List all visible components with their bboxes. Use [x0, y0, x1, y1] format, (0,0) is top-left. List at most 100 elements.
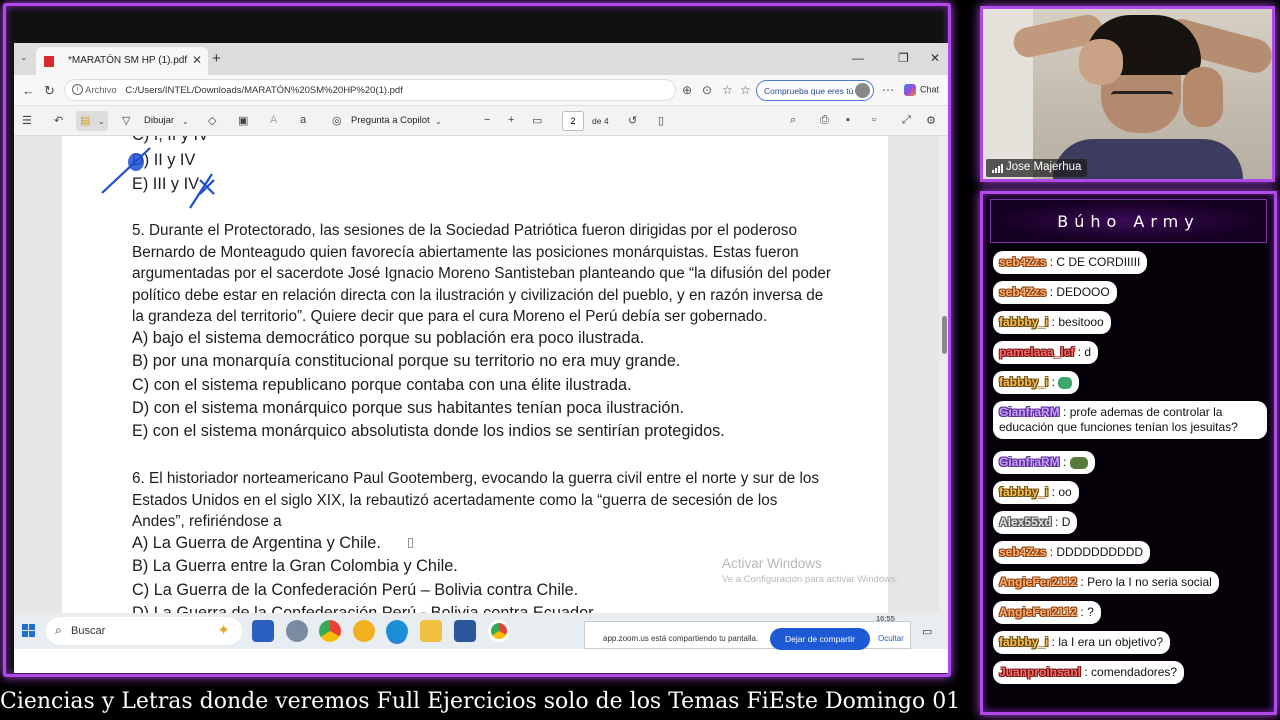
pdf-scrollbar[interactable] [939, 136, 948, 613]
chat-message: fabbby_i : besitooo [993, 311, 1111, 334]
text-icon[interactable]: A [270, 114, 277, 126]
chat-text: educación que funciones tenían los jesui… [999, 420, 1238, 434]
stream-overlay: ⌄ *MARATÓN SM HP (1).pdf ✕ + — ❐ ✕ ← ↻ i… [0, 0, 1280, 720]
q6-option-b: B) La Guerra entre la Gran Colombia y Ch… [132, 557, 458, 576]
undo-icon[interactable]: ↶ [54, 114, 63, 127]
highlighter-icon[interactable]: ▤ [80, 114, 90, 127]
screen-share-notification: app.zoom.us está compartiendo tu pantall… [584, 621, 911, 650]
copilot-icon [904, 84, 916, 96]
back-icon[interactable]: ← [22, 83, 35, 98]
address-bar[interactable]: i Archivo C:/Users/INTEL/Downloads/MARAT… [64, 79, 676, 101]
find-icon[interactable]: ⌕ [790, 114, 796, 127]
app-icon-copilot[interactable] [353, 620, 375, 642]
zoom-in-icon[interactable]: + [508, 114, 514, 126]
emote-icon [1069, 456, 1088, 469]
stop-sharing-button[interactable]: Dejar de compartir [770, 628, 870, 650]
q6-line: 6. El historiador norteamericano Paul Go… [132, 470, 820, 487]
contents-icon[interactable]: ☰ [22, 114, 32, 127]
favorites-icon[interactable]: ☆ [740, 83, 751, 97]
chat-text: C DE CORDIIIII [1056, 255, 1141, 269]
chat-text: Pero la I no seria social [1087, 575, 1212, 589]
hide-button[interactable]: Ocultar [878, 634, 904, 643]
q6-option-d: D) La Guerra de la Confederación Perú - … [132, 603, 598, 613]
edge-icon[interactable] [386, 620, 408, 642]
q5-line: 5. Durante el Protectorado, las sesiones… [132, 222, 797, 239]
page-number-input[interactable]: 2 [562, 111, 584, 131]
q5-option-c: C) con el sistema republicano porque con… [132, 375, 632, 394]
copilot-chevron-icon[interactable]: ⌄ [435, 117, 442, 126]
minimize-icon[interactable]: — [852, 51, 864, 65]
close-tab-icon[interactable]: ✕ [192, 53, 202, 67]
highlight-chevron-icon[interactable]: ⌄ [98, 117, 105, 126]
maximize-icon[interactable]: ❐ [898, 51, 909, 65]
windows-start-icon[interactable] [22, 624, 35, 637]
read-aloud-icon[interactable]: a [300, 114, 306, 126]
address-row: ← ↻ i Archivo C:/Users/INTEL/Downloads/M… [14, 75, 948, 106]
chat-message: Alex55xd : D [993, 511, 1078, 534]
chat-text: D [1061, 515, 1071, 529]
rotate-icon[interactable]: ↺ [628, 114, 637, 127]
reload-icon[interactable]: ↻ [44, 83, 55, 99]
notifications-icon[interactable]: ▭ [922, 625, 932, 638]
save-icon[interactable]: ▪ [846, 114, 850, 126]
q5-option-e: E) con el sistema monárquico absolutista… [132, 422, 725, 441]
participant-name-tag: Jose Majerhua [986, 159, 1088, 177]
text-box-icon[interactable]: ▣ [238, 114, 248, 127]
page-view-icon[interactable]: ▯ [658, 114, 664, 127]
save-as-icon[interactable]: ▫ [872, 114, 876, 126]
pdf-page: C) I, II y IV D) II y IV E) III y IV 5. … [62, 136, 888, 613]
chat-message: AngieFer2112 : Pero la I no seria social [993, 571, 1219, 594]
chat-text: d [1084, 345, 1092, 359]
file-explorer-icon[interactable] [420, 620, 442, 642]
new-tab-button[interactable]: + [212, 50, 221, 67]
more-options-icon[interactable]: ⋯ [882, 83, 894, 97]
fit-page-icon[interactable]: ▭ [532, 114, 542, 127]
draw-label[interactable]: Dibujar [144, 115, 174, 126]
settings-gear-icon[interactable]: ⚙ [926, 114, 936, 127]
tab-list-chevron-icon[interactable]: ⌄ [20, 52, 28, 63]
q5-line: político debe estar en relación directa … [132, 286, 824, 304]
draw-chevron-icon[interactable]: ⌄ [182, 117, 189, 126]
app-icon-task[interactable] [252, 620, 274, 642]
q6-option-c: C) La Guerra de la Confederación Perú – … [132, 580, 579, 599]
word-icon[interactable] [454, 620, 476, 642]
chat-message: seb4Zzs : C DE CORDIIIII [993, 251, 1148, 274]
chrome-profile-icon[interactable] [488, 620, 510, 642]
ask-copilot-label[interactable]: Pregunta a Copilot [351, 115, 430, 126]
copilot-chat-button[interactable]: Chat [904, 84, 939, 96]
zoom-icon[interactable]: ⊙ [702, 83, 712, 97]
chat-text: profe ademas de controlar la [1069, 405, 1223, 419]
chat-text: DEDOOO [1056, 285, 1110, 299]
favorite-star-icon[interactable]: ☆ [722, 83, 733, 97]
chat-text: besitooo [1058, 315, 1104, 329]
print-icon[interactable]: ⎙ [820, 114, 829, 127]
taskbar-search[interactable]: ⌕ Buscar ✦ [46, 617, 242, 645]
copilot-search-icon[interactable]: ◎ [332, 114, 342, 127]
chat-username: fabbby_i [999, 635, 1049, 649]
zoom-out-icon[interactable]: − [484, 114, 490, 126]
webcam-glasses [1111, 91, 1173, 109]
tab-pdf[interactable]: *MARATÓN SM HP (1).pdf ✕ [36, 47, 208, 75]
search-icon: ⌕ [55, 623, 62, 637]
scrollbar-thumb[interactable] [942, 316, 947, 354]
close-window-icon[interactable]: ✕ [930, 51, 940, 65]
chrome-icon[interactable] [319, 620, 341, 642]
chat-panel: Búho Army seb4Zzs : C DE CORDIIIII seb4Z… [980, 191, 1277, 715]
info-icon[interactable]: i [72, 84, 83, 95]
pdf-viewer[interactable]: C) I, II y IV D) II y IV E) III y IV 5. … [14, 136, 948, 613]
chat-username: GianfraRM [999, 455, 1060, 469]
taskbar-clock: 16:55 [876, 614, 895, 623]
draw-icon[interactable]: ▽ [122, 114, 130, 127]
fullscreen-icon[interactable]: ⤢ [902, 114, 911, 127]
verify-identity-button[interactable]: Comprueba que eres tú [756, 80, 874, 101]
translate-icon[interactable]: ⊕ [682, 83, 692, 97]
q6-option-a: A) La Guerra de Argentina y Chile. [132, 534, 381, 552]
eraser-icon[interactable]: ◇ [208, 114, 216, 127]
sparkle-icon: ✦ [217, 622, 230, 639]
app-icon-photos[interactable] [286, 620, 308, 642]
webcam-hand [1079, 39, 1123, 85]
notification-text: app.zoom.us está compartiendo tu pantall… [603, 634, 759, 643]
chat-username: pamelaaa_lcf [999, 345, 1075, 359]
question-6: 6. El historiador norteamericano Paul Go… [132, 468, 819, 533]
chat-message: seb4Zzs : DEDOOO [993, 281, 1117, 304]
